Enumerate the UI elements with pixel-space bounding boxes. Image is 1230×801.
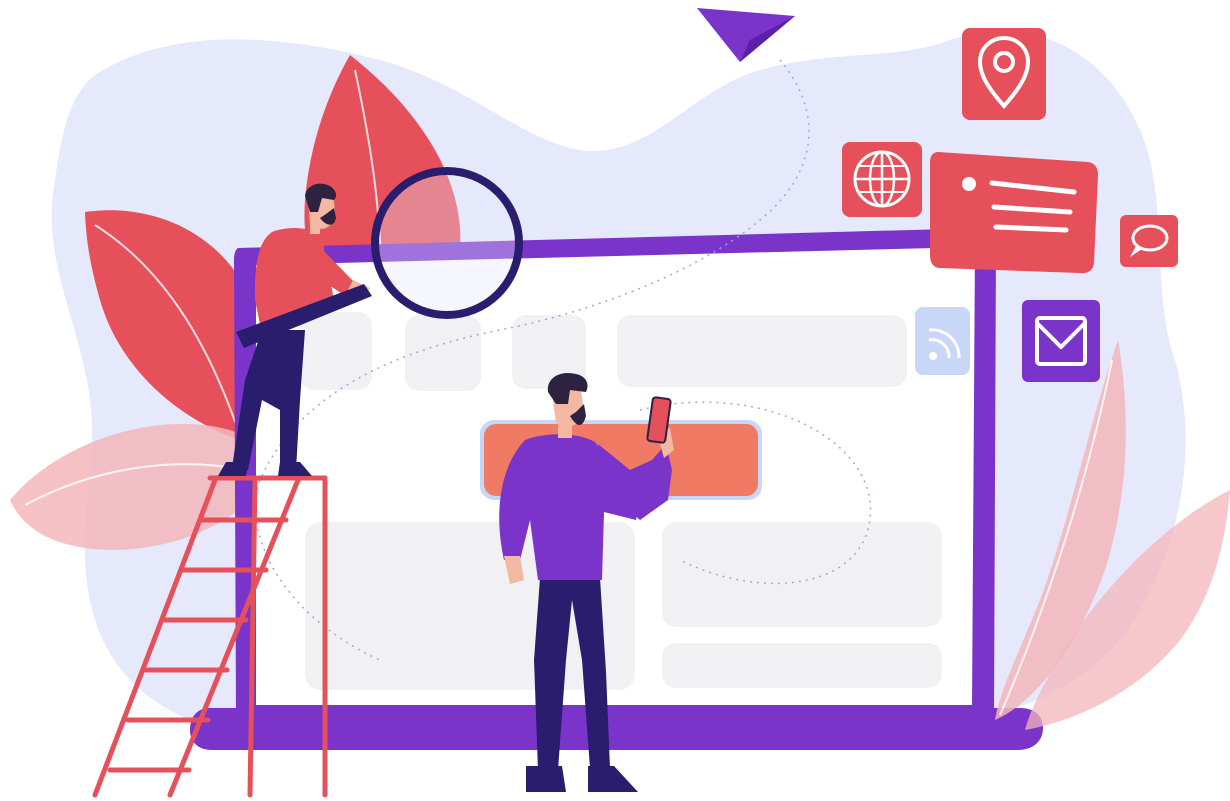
laptop-base <box>190 708 1043 750</box>
wifi-icon <box>915 307 970 375</box>
paper-plane-icon <box>697 8 795 62</box>
message-card-icon <box>930 152 1098 274</box>
globe-icon <box>842 142 922 217</box>
email-icon <box>1022 300 1100 382</box>
map-pin-icon <box>962 28 1046 120</box>
illustration <box>10 8 1230 798</box>
placeholder-bar-top <box>617 315 907 387</box>
placeholder-box-1 <box>300 312 372 390</box>
chat-bubble-icon <box>1120 215 1178 267</box>
placeholder-block-right-top <box>662 522 942 627</box>
placeholder-block-right-bottom <box>662 643 942 688</box>
